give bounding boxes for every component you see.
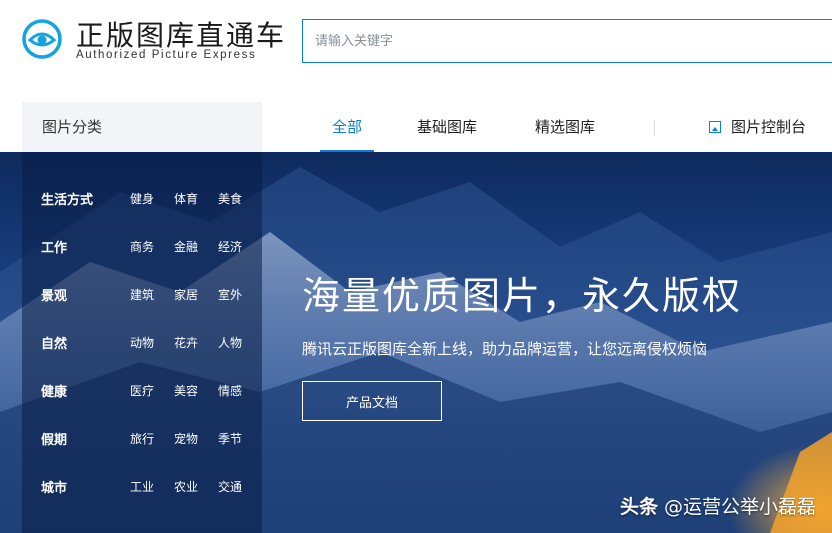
image-icon — [709, 121, 721, 133]
subcategory-link[interactable]: 健身 — [130, 190, 154, 207]
subcategory-link[interactable]: 经济 — [218, 238, 242, 255]
watermark-prefix: 头条 — [619, 496, 658, 518]
hero-subtitle: 腾讯云正版图库全新上线，助力品牌运营，让您远离侵权烦恼 — [302, 340, 708, 358]
subcategory-link[interactable]: 金融 — [174, 238, 198, 255]
category-lifestyle[interactable]: 生活方式 — [41, 189, 93, 208]
subcategory-link[interactable]: 花卉 — [174, 334, 198, 351]
subcategory-link[interactable]: 建筑 — [130, 286, 154, 303]
subcategory-link[interactable]: 人物 — [218, 334, 242, 351]
subcategory-link[interactable]: 医疗 — [130, 382, 154, 399]
nav-divider — [654, 120, 655, 136]
subcategory-link[interactable]: 动物 — [130, 334, 154, 351]
subcategory-link[interactable]: 商务 — [130, 238, 154, 255]
category-row: 假期 旅行 宠物 季节 — [22, 429, 262, 453]
subcategory-link[interactable]: 室外 — [218, 286, 242, 303]
eye-logo-icon[interactable] — [22, 19, 62, 59]
subcategory-link[interactable]: 季节 — [218, 430, 242, 447]
category-row: 景观 建筑 家居 室外 — [22, 285, 262, 309]
category-panel: 生活方式 健身 体育 美食 工作 商务 金融 经济 景观 建筑 家居 室外 自然… — [22, 152, 262, 533]
category-header: 图片分类 — [22, 102, 262, 152]
image-console-label: 图片控制台 — [731, 118, 807, 136]
image-console-link[interactable]: 图片控制台 — [709, 102, 806, 152]
subcategory-link[interactable]: 工业 — [130, 478, 154, 495]
brand-name[interactable]: 正版图库直通车 — [76, 14, 286, 54]
watermark-handle: @运营公举小磊磊 — [663, 496, 816, 518]
product-docs-button[interactable]: 产品文档 — [302, 381, 442, 421]
category-holiday[interactable]: 假期 — [41, 429, 67, 448]
category-row: 城市 工业 农业 交通 — [22, 477, 262, 501]
subcategory-link[interactable]: 美食 — [218, 190, 242, 207]
subcategory-link[interactable]: 宠物 — [174, 430, 198, 447]
subcategory-link[interactable]: 旅行 — [130, 430, 154, 447]
subcategory-link[interactable]: 农业 — [174, 478, 198, 495]
watermark: 头条 @运营公举小磊磊 — [620, 492, 816, 519]
search-input[interactable] — [303, 20, 832, 62]
category-city[interactable]: 城市 — [41, 477, 67, 496]
category-row: 生活方式 健身 体育 美食 — [22, 189, 262, 213]
category-row: 自然 动物 花卉 人物 — [22, 333, 262, 357]
main-nav: 全部 基础图库 精选图库 图片控制台 — [262, 102, 832, 152]
category-landscape[interactable]: 景观 — [41, 285, 67, 304]
subcategory-link[interactable]: 家居 — [174, 286, 198, 303]
subcategory-link[interactable]: 美容 — [174, 382, 198, 399]
category-work[interactable]: 工作 — [41, 237, 67, 256]
subcategory-link[interactable]: 交通 — [218, 478, 242, 495]
category-health[interactable]: 健康 — [41, 381, 67, 400]
category-row: 健康 医疗 美容 情感 — [22, 381, 262, 405]
brand-tagline: Authorized Picture Express — [76, 49, 257, 61]
subcategory-link[interactable]: 情感 — [218, 382, 242, 399]
category-row: 工作 商务 金融 经济 — [22, 237, 262, 261]
hero-title: 海量优质图片，永久版权 — [302, 274, 743, 318]
tab-all[interactable]: 全部 — [319, 102, 375, 152]
search-box[interactable] — [302, 19, 832, 63]
tab-curated-library[interactable]: 精选图库 — [535, 102, 595, 152]
category-nature[interactable]: 自然 — [41, 333, 67, 352]
subcategory-link[interactable]: 体育 — [174, 190, 198, 207]
site-header: 正版图库直通车 Authorized Picture Express — [0, 0, 832, 102]
tab-basic-library[interactable]: 基础图库 — [417, 102, 477, 152]
